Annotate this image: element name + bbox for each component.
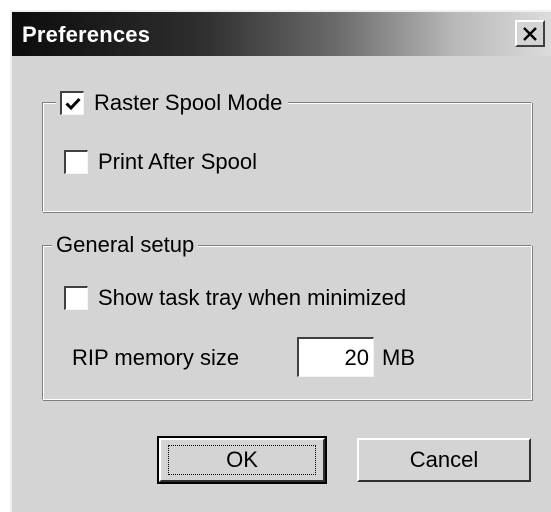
close-icon bbox=[523, 26, 537, 41]
ok-button[interactable]: OK bbox=[157, 436, 327, 484]
general-setup-legend: General setup bbox=[52, 231, 199, 259]
cancel-button[interactable]: Cancel bbox=[357, 438, 531, 482]
focus-rectangle bbox=[168, 445, 316, 475]
show-task-tray-box[interactable] bbox=[64, 286, 88, 310]
rip-memory-input[interactable]: 20 bbox=[297, 337, 374, 377]
rip-memory-label: RIP memory size bbox=[72, 345, 240, 370]
general-setup-group bbox=[42, 245, 532, 400]
dialog-title: Preferences bbox=[22, 22, 151, 47]
print-after-spool-box[interactable] bbox=[64, 150, 88, 174]
show-task-tray-label: Show task tray when minimized bbox=[98, 285, 407, 310]
cancel-button-label: Cancel bbox=[409, 447, 479, 472]
show-task-tray-checkbox[interactable]: Show task tray when minimized bbox=[64, 284, 406, 312]
print-after-spool-checkbox[interactable]: Print After Spool bbox=[64, 148, 257, 176]
raster-spool-mode-box[interactable] bbox=[60, 91, 84, 115]
print-after-spool-label: Print After Spool bbox=[98, 149, 257, 174]
raster-spool-mode-label: Raster Spool Mode bbox=[94, 90, 283, 115]
close-button[interactable] bbox=[515, 20, 545, 47]
raster-spool-mode-checkbox[interactable]: Raster Spool Mode bbox=[56, 89, 289, 117]
title-bar[interactable]: Preferences bbox=[12, 12, 551, 56]
general-setup-legend-text: General setup bbox=[56, 232, 195, 257]
rip-memory-unit: MB bbox=[382, 345, 415, 370]
preferences-dialog: Preferences Raster Spool Mode Print Afte… bbox=[10, 10, 551, 512]
checkmark-icon bbox=[64, 97, 81, 110]
